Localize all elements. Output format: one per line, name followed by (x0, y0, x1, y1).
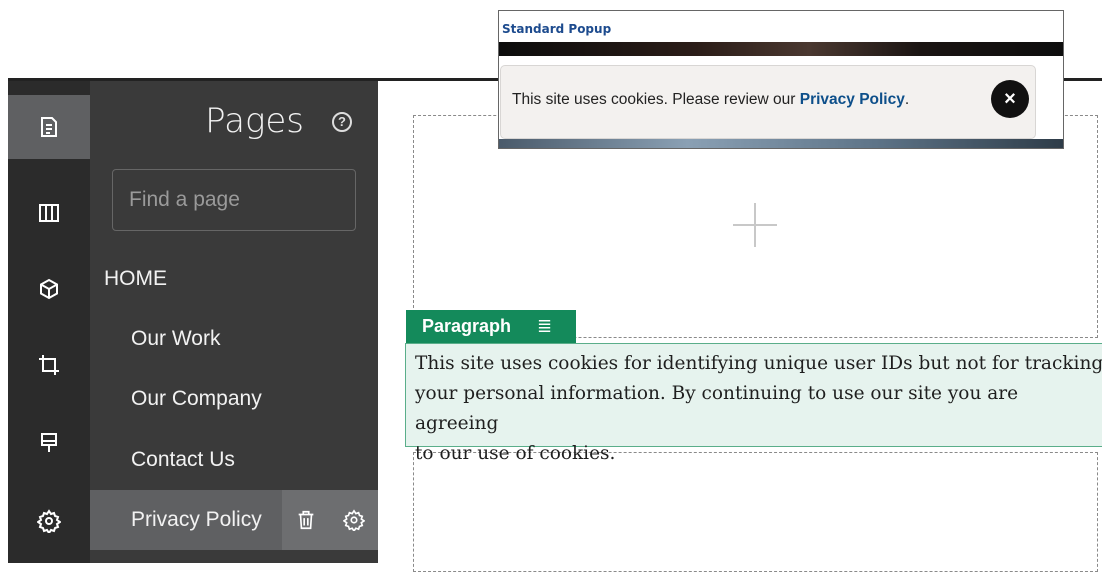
privacy-policy-link[interactable]: Privacy Policy (800, 91, 905, 108)
page-item-actions (282, 490, 378, 550)
paragraph-component[interactable]: This site uses cookies for identifying u… (405, 343, 1102, 464)
paragraph-line: your personal information. By continuing… (415, 383, 1019, 434)
page-item-our-work[interactable]: Our Work (90, 309, 378, 369)
standard-popup: Standard Popup This site uses cookies. P… (498, 10, 1064, 149)
components-cube-icon (40, 278, 58, 300)
settings-gear-icon (37, 509, 61, 533)
page-item-home[interactable]: HOME (90, 249, 378, 309)
paragraph-tag-label: Paragraph (422, 316, 512, 336)
page-item-contact-us[interactable]: Contact Us (90, 430, 378, 490)
paragraph-line: This site uses cookies for identifying u… (415, 353, 1102, 374)
popup-footer-image (499, 139, 1063, 148)
rail-theme-button[interactable] (8, 411, 90, 475)
rail-layout-button[interactable] (8, 181, 90, 245)
pages-panel: Pages ? HOME Our Work Our Company Contac… (90, 81, 378, 563)
page-item-label: HOME (104, 267, 167, 290)
cookie-notice-text: This site uses cookies. Please review ou… (512, 91, 909, 109)
left-icon-rail (8, 81, 90, 563)
layout-columns-icon (39, 204, 59, 222)
cookie-message-end: . (904, 91, 910, 108)
empty-slot-bottom[interactable] (413, 452, 1098, 572)
page-item-label: Contact Us (131, 448, 235, 471)
theme-brush-icon (41, 433, 57, 452)
help-icon[interactable]: ? (332, 112, 352, 132)
page-item-our-company[interactable]: Our Company (90, 369, 378, 429)
page-search-box (112, 169, 356, 231)
cookie-notice: This site uses cookies. Please review ou… (500, 65, 1036, 139)
page-item-label: Our Work (131, 327, 221, 350)
popup-header-image (499, 42, 1063, 56)
close-icon[interactable]: × (991, 80, 1029, 118)
pages-panel-title: Pages (205, 101, 304, 141)
pages-icon (41, 117, 57, 137)
paragraph-line: to our use of cookies. (415, 443, 616, 464)
page-item-label: Our Company (131, 387, 262, 410)
hamburger-menu-icon[interactable]: ≣ (537, 316, 552, 337)
rail-components-button[interactable] (8, 257, 90, 321)
paragraph-component-tag[interactable]: Paragraph ≣ (406, 310, 576, 343)
crop-icon (39, 355, 59, 375)
cookie-message: This site uses cookies. Please review ou… (512, 91, 800, 108)
add-content-plus-icon[interactable] (733, 203, 777, 247)
popup-title: Standard Popup (502, 22, 612, 36)
trash-icon[interactable] (295, 509, 317, 531)
page-search-input[interactable] (113, 170, 355, 230)
rail-settings-button[interactable] (8, 489, 90, 553)
page-item-privacy-policy[interactable]: Privacy Policy (90, 490, 378, 550)
page-settings-gear-icon[interactable] (343, 509, 365, 531)
rail-pages-button[interactable] (8, 95, 90, 159)
rail-crop-button[interactable] (8, 333, 90, 397)
page-item-label: Privacy Policy (131, 508, 262, 531)
